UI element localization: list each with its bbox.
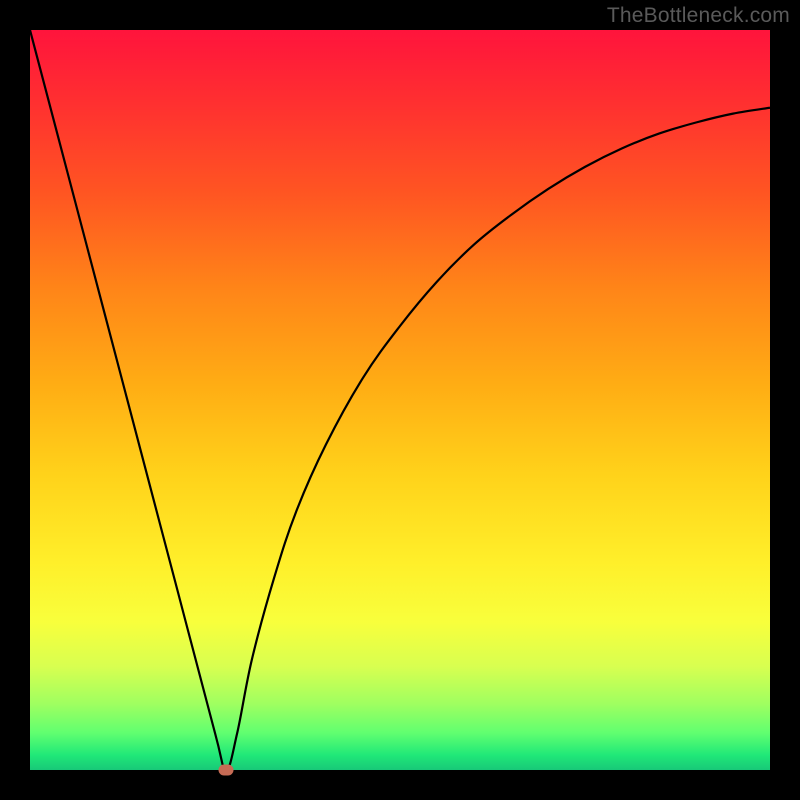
chart-frame: TheBottleneck.com [0, 0, 800, 800]
minimum-marker [219, 765, 234, 776]
curve-path [30, 30, 770, 770]
plot-area [30, 30, 770, 770]
bottleneck-curve [30, 30, 770, 770]
watermark-text: TheBottleneck.com [607, 4, 790, 28]
